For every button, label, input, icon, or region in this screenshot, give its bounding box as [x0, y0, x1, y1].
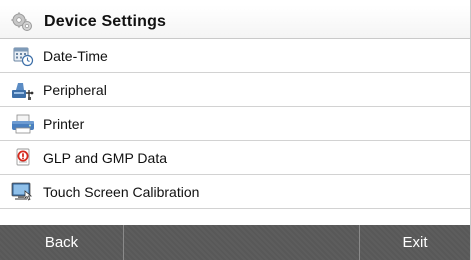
back-button[interactable]: Back	[0, 225, 124, 260]
list-item-label: Peripheral	[43, 81, 107, 98]
list-item-label: Date-Time	[43, 47, 108, 64]
list-item-label: Touch Screen Calibration	[43, 183, 200, 200]
exit-button[interactable]: Exit	[360, 225, 470, 260]
gears-icon	[10, 10, 34, 34]
list-item-glp-gmp-data[interactable]: GLP and GMP Data	[0, 141, 470, 175]
page-title: Device Settings	[44, 12, 167, 30]
settings-list: Date-Time Peripheral Printer GLP and GMP…	[0, 39, 470, 209]
calendar-clock-icon	[11, 44, 35, 68]
header-bar: Device Settings	[0, 5, 470, 39]
list-item-label: GLP and GMP Data	[43, 149, 167, 166]
list-item-touch-screen-calibration[interactable]: Touch Screen Calibration	[0, 175, 470, 209]
list-item-label: Printer	[43, 115, 85, 132]
printer-icon	[11, 112, 35, 136]
device-settings-screen: Device Settings Date-Time Peripheral Pri…	[0, 0, 471, 260]
touch-monitor-icon	[11, 180, 35, 204]
footer-spacer	[124, 225, 360, 260]
list-item-peripheral[interactable]: Peripheral	[0, 73, 470, 107]
peripheral-device-icon	[11, 78, 35, 102]
list-item-date-time[interactable]: Date-Time	[0, 39, 470, 73]
list-item-printer[interactable]: Printer	[0, 107, 470, 141]
footer-bar: Back Exit	[0, 225, 470, 260]
glp-gmp-document-icon	[11, 146, 35, 170]
